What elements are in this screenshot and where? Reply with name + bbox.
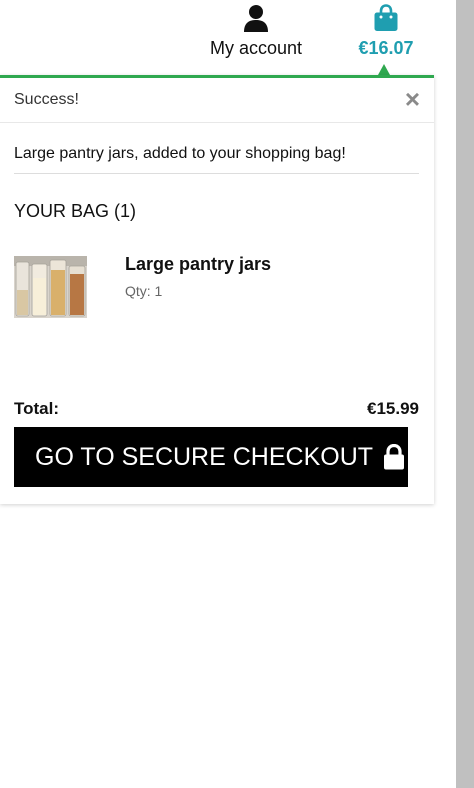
- shopping-bag-link[interactable]: €16.07: [348, 4, 424, 59]
- my-account-label: My account: [209, 38, 303, 58]
- bag-item-name[interactable]: Large pantry jars: [125, 254, 271, 275]
- toast-arrow: [378, 64, 390, 75]
- bag-item-qty: Qty: 1: [125, 283, 163, 299]
- success-toast: Success! × Large pantry jars, added to y…: [0, 75, 434, 504]
- total-label: Total:: [14, 399, 60, 418]
- total-value: €15.99: [367, 399, 419, 418]
- user-icon: [244, 5, 268, 32]
- secure-checkout-button[interactable]: GO TO SECURE CHECKOUT: [14, 427, 408, 487]
- checkout-button-label: GO TO SECURE CHECKOUT: [35, 442, 374, 471]
- scrollbar-track[interactable]: [456, 0, 474, 788]
- product-thumbnail: [14, 256, 87, 318]
- bag-total: €16.07: [358, 38, 414, 58]
- close-button[interactable]: ×: [405, 86, 420, 112]
- toast-title: Success!: [14, 91, 79, 108]
- shopping-bag-icon: [374, 4, 398, 31]
- toast-message: Large pantry jars, added to your shoppin…: [14, 145, 419, 174]
- bag-heading: YOUR BAG (1): [14, 201, 137, 221]
- toast-header: Success! ×: [0, 78, 434, 123]
- my-account-link[interactable]: My account: [198, 4, 314, 59]
- lock-icon: [384, 444, 405, 470]
